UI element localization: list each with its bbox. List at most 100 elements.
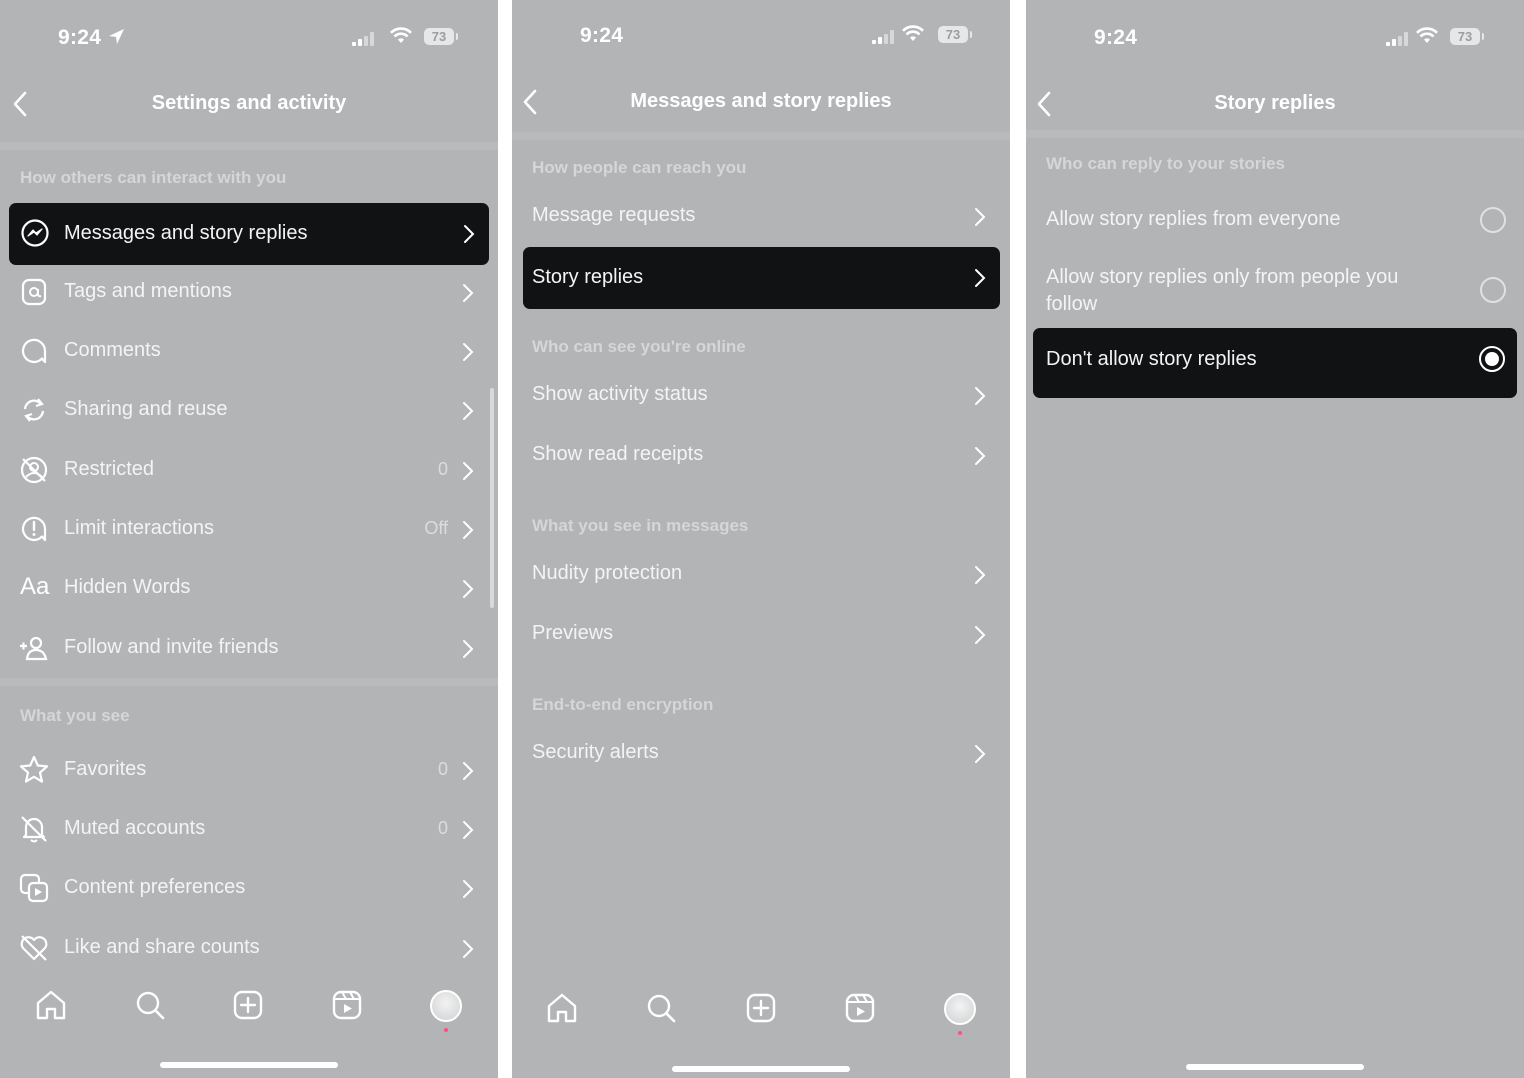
status-bar: 9:24 73 bbox=[0, 24, 498, 54]
section-divider bbox=[1026, 130, 1524, 138]
chevron-right-icon bbox=[463, 940, 474, 958]
create-icon[interactable] bbox=[231, 988, 265, 1022]
wifi-icon bbox=[902, 25, 924, 41]
status-time: 9:24 bbox=[58, 26, 102, 49]
section-divider bbox=[0, 678, 498, 686]
section-header: What you see in messages bbox=[532, 516, 749, 535]
section-header: How people can reach you bbox=[532, 158, 747, 177]
row-restricted[interactable]: Restricted 0 bbox=[0, 440, 498, 500]
cellular-signal-icon bbox=[1386, 32, 1408, 46]
option-dont-allow[interactable]: Don't allow story replies bbox=[1033, 328, 1517, 398]
home-icon[interactable] bbox=[545, 991, 579, 1025]
search-icon[interactable] bbox=[644, 991, 678, 1025]
reels-icon[interactable] bbox=[330, 988, 364, 1022]
row-message-requests[interactable]: Message requests bbox=[512, 186, 1010, 246]
row-show-activity-status[interactable]: Show activity status bbox=[512, 365, 1010, 425]
chevron-right-icon bbox=[464, 225, 475, 243]
settings-and-activity-screen: 9:24 73 Settings and activity How others… bbox=[0, 0, 498, 1078]
profile-avatar[interactable] bbox=[430, 990, 462, 1022]
location-arrow-icon bbox=[109, 29, 124, 44]
row-label: Content preferences bbox=[64, 876, 246, 898]
option-allow-everyone[interactable]: Allow story replies from everyone bbox=[1026, 190, 1524, 250]
profile-avatar[interactable] bbox=[944, 993, 976, 1025]
chevron-right-icon bbox=[975, 269, 986, 287]
cellular-signal-icon bbox=[872, 30, 894, 44]
option-label: Allow story replies only from people you… bbox=[1046, 266, 1399, 315]
row-like-and-share-counts[interactable]: Like and share counts bbox=[0, 918, 498, 978]
content-preferences-icon bbox=[19, 873, 49, 903]
wifi-icon bbox=[390, 27, 412, 43]
hidden-words-aa-icon: Aa bbox=[20, 573, 50, 600]
radio-button[interactable] bbox=[1480, 207, 1506, 233]
row-content-preferences[interactable]: Content preferences bbox=[0, 858, 498, 918]
chevron-right-icon bbox=[463, 580, 474, 598]
home-indicator bbox=[160, 1062, 338, 1068]
radio-button[interactable] bbox=[1480, 277, 1506, 303]
scrollbar[interactable] bbox=[490, 388, 494, 608]
home-indicator bbox=[672, 1066, 850, 1072]
notification-dot bbox=[958, 1031, 962, 1035]
tab-bar bbox=[0, 988, 498, 1032]
chevron-right-icon bbox=[463, 402, 474, 420]
section-header: Who can reply to your stories bbox=[1046, 154, 1285, 173]
row-comments[interactable]: Comments bbox=[0, 321, 498, 381]
home-icon[interactable] bbox=[34, 988, 68, 1022]
row-label: Tags and mentions bbox=[64, 280, 232, 302]
notification-dot bbox=[444, 1028, 448, 1032]
section-header: How others can interact with you bbox=[20, 168, 287, 187]
chevron-right-icon bbox=[463, 284, 474, 302]
status-time: 9:24 bbox=[1094, 26, 1138, 49]
row-muted-accounts[interactable]: Muted accounts 0 bbox=[0, 799, 498, 859]
at-sign-icon bbox=[21, 278, 47, 306]
row-show-read-receipts[interactable]: Show read receipts bbox=[512, 425, 1010, 485]
row-nudity-protection[interactable]: Nudity protection bbox=[512, 544, 1010, 604]
row-label: Message requests bbox=[532, 204, 696, 226]
messenger-icon bbox=[21, 219, 49, 247]
page-title: Story replies bbox=[1214, 92, 1336, 114]
row-label: Show read receipts bbox=[532, 443, 704, 465]
row-label: Nudity protection bbox=[532, 562, 683, 584]
row-follow-and-invite-friends[interactable]: Follow and invite friends bbox=[0, 618, 498, 678]
radio-button-selected[interactable] bbox=[1479, 346, 1505, 372]
option-allow-people-you-follow[interactable]: Allow story replies only from people you… bbox=[1026, 252, 1524, 322]
home-indicator bbox=[1186, 1064, 1364, 1070]
reels-icon[interactable] bbox=[843, 991, 877, 1025]
row-value: 0 bbox=[437, 759, 448, 779]
row-security-alerts[interactable]: Security alerts bbox=[512, 723, 1010, 783]
row-tags-and-mentions[interactable]: Tags and mentions bbox=[0, 262, 498, 322]
nav-header: Messages and story replies bbox=[512, 82, 1010, 122]
row-label: Limit interactions bbox=[64, 517, 215, 539]
chevron-right-icon bbox=[975, 626, 986, 644]
row-label: Story replies bbox=[532, 266, 644, 288]
wifi-icon bbox=[1416, 27, 1438, 43]
row-label: Muted accounts bbox=[64, 817, 206, 839]
row-hidden-words[interactable]: Aa Hidden Words bbox=[0, 558, 498, 618]
restricted-icon bbox=[20, 456, 48, 484]
search-icon[interactable] bbox=[133, 988, 167, 1022]
section-header: End-to-end encryption bbox=[532, 695, 714, 714]
row-story-replies[interactable]: Story replies bbox=[523, 247, 1000, 309]
battery-indicator: 73 bbox=[424, 28, 458, 45]
create-icon[interactable] bbox=[744, 991, 778, 1025]
row-label: Like and share counts bbox=[64, 936, 260, 958]
option-label: Allow story replies from everyone bbox=[1046, 208, 1341, 230]
chevron-right-icon bbox=[463, 821, 474, 839]
row-favorites[interactable]: Favorites 0 bbox=[0, 740, 498, 800]
row-value: Off bbox=[424, 518, 448, 538]
chevron-right-icon bbox=[463, 462, 474, 480]
row-previews[interactable]: Previews bbox=[512, 604, 1010, 664]
battery-indicator: 73 bbox=[938, 26, 972, 43]
row-value: 0 bbox=[437, 818, 448, 838]
row-limit-interactions[interactable]: Limit interactions Off bbox=[0, 499, 498, 559]
row-label: Favorites bbox=[64, 758, 147, 780]
chevron-right-icon bbox=[463, 880, 474, 898]
chevron-right-icon bbox=[463, 762, 474, 780]
row-label: Security alerts bbox=[532, 741, 659, 763]
chevron-right-icon bbox=[463, 640, 474, 658]
row-messages-and-story-replies[interactable]: Messages and story replies bbox=[9, 203, 489, 265]
chevron-right-icon bbox=[463, 343, 474, 361]
nav-header: Story replies bbox=[1026, 84, 1524, 124]
section-header: Who can see you're online bbox=[532, 337, 746, 356]
row-sharing-and-reuse[interactable]: Sharing and reuse bbox=[0, 380, 498, 440]
muted-bell-icon bbox=[21, 816, 47, 843]
